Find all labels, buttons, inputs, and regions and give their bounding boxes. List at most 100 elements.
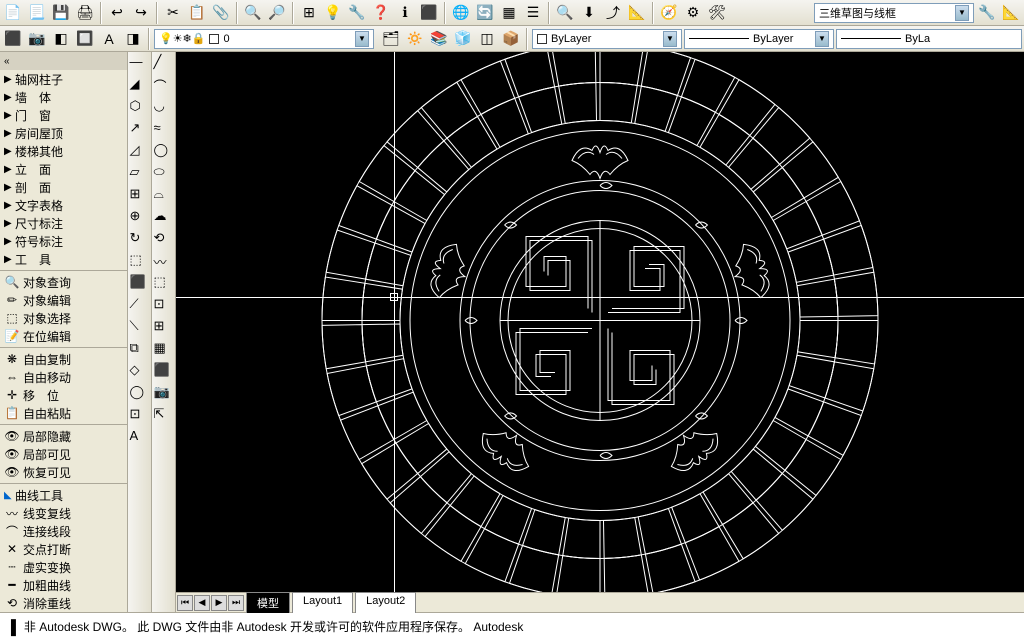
toolbar-button-6[interactable]: ✂ <box>162 2 184 24</box>
layer-tool-5[interactable]: 📦 <box>500 28 522 50</box>
layout-tab-2[interactable]: Layout2 <box>355 592 416 613</box>
curve-tool-0[interactable]: 〰线变复线 <box>0 504 127 522</box>
toolbar-button-19[interactable]: ▦ <box>498 2 520 24</box>
toolbar-button-14[interactable]: ❓ <box>370 2 392 24</box>
tab-nav-2[interactable]: ▶ <box>211 595 227 611</box>
modify-tool-15[interactable]: 📷 <box>154 384 174 404</box>
toolbar-button-15[interactable]: ℹ <box>394 2 416 24</box>
layer-state-dropdown[interactable]: 💡☀❄🔒 0 ▼ <box>154 29 374 49</box>
draw-tool-7[interactable]: ⊕ <box>130 208 150 228</box>
drawing-canvas[interactable] <box>176 52 1024 592</box>
chevron-down-icon[interactable]: ▼ <box>355 31 369 47</box>
tree-item-2[interactable]: ▶门 窗 <box>0 106 127 124</box>
tree-item-0[interactable]: ▶轴网柱子 <box>0 70 127 88</box>
free-tool-0[interactable]: ❋自由复制 <box>0 350 127 368</box>
toolbar-extra-0[interactable]: 🔧 <box>976 2 998 24</box>
free-tool-2[interactable]: ✛移 位 <box>0 386 127 404</box>
tree-item-3[interactable]: ▶房间屋顶 <box>0 124 127 142</box>
object-tool-2[interactable]: ⬚对象选择 <box>0 309 127 327</box>
layer-tool-0[interactable]: 🗂 <box>380 28 402 50</box>
edit-button-4[interactable]: A <box>98 28 120 50</box>
toolbar-button-1[interactable]: 📃 <box>26 2 48 24</box>
tab-nav-1[interactable]: ◀ <box>194 595 210 611</box>
toolbar-button-27[interactable]: 🛠 <box>706 2 728 24</box>
draw-tool-2[interactable]: ⬡ <box>130 98 150 118</box>
object-tool-0[interactable]: 🔍对象查询 <box>0 273 127 291</box>
curve-tools-header[interactable]: ◣ 曲线工具 <box>0 486 127 504</box>
draw-tool-4[interactable]: ◿ <box>130 142 150 162</box>
tree-item-9[interactable]: ▶符号标注 <box>0 232 127 250</box>
layout-tab-0[interactable]: 模型 <box>246 592 290 613</box>
chevron-down-icon[interactable]: ▼ <box>815 31 829 47</box>
toolbar-button-13[interactable]: 🔧 <box>346 2 368 24</box>
modify-tool-6[interactable]: ⌓ <box>154 186 174 206</box>
modify-tool-9[interactable]: 〰 <box>154 252 174 272</box>
edit-button-3[interactable]: 🔲 <box>74 28 96 50</box>
edit-button-5[interactable]: ◨ <box>122 28 144 50</box>
modify-tool-0[interactable]: ╱ <box>154 54 174 74</box>
color-dropdown[interactable]: ByLayer ▼ <box>532 29 682 49</box>
draw-tool-13[interactable]: ⧉ <box>130 340 150 360</box>
modify-tool-11[interactable]: ⊡ <box>154 296 174 316</box>
draw-tool-5[interactable]: ▱ <box>130 164 150 184</box>
toolbar-button-16[interactable]: ⬛ <box>418 2 440 24</box>
modify-tool-5[interactable]: ⬭ <box>154 164 174 184</box>
tab-nav-3[interactable]: ⏭ <box>228 595 244 611</box>
viewstyle-dropdown[interactable]: 三维草图与线框▼ <box>814 3 974 23</box>
edit-button-1[interactable]: 📷 <box>26 28 48 50</box>
modify-tool-12[interactable]: ⊞ <box>154 318 174 338</box>
draw-tool-17[interactable]: A <box>130 428 150 448</box>
tree-item-5[interactable]: ▶立 面 <box>0 160 127 178</box>
modify-tool-14[interactable]: ⬛ <box>154 362 174 382</box>
curve-tool-2[interactable]: ✕交点打断 <box>0 540 127 558</box>
toolbar-button-4[interactable]: ↩ <box>106 2 128 24</box>
draw-tool-1[interactable]: ◢ <box>130 76 150 96</box>
toolbar-button-9[interactable]: 🔍 <box>242 2 264 24</box>
modify-tool-1[interactable]: ⌒ <box>154 76 174 96</box>
toolbar-button-22[interactable]: ⬇ <box>578 2 600 24</box>
tree-item-4[interactable]: ▶楼梯其他 <box>0 142 127 160</box>
toolbar-button-20[interactable]: ☰ <box>522 2 544 24</box>
toolbar-button-3[interactable]: 🖨 <box>74 2 96 24</box>
toolbar-button-24[interactable]: 📐 <box>626 2 648 24</box>
object-tool-3[interactable]: 📝在位编辑 <box>0 327 127 345</box>
tree-item-8[interactable]: ▶尺寸标注 <box>0 214 127 232</box>
curve-tool-4[interactable]: ━加粗曲线 <box>0 576 127 594</box>
draw-tool-10[interactable]: ⬛ <box>130 274 150 294</box>
modify-tool-2[interactable]: ◡ <box>154 98 174 118</box>
modify-tool-3[interactable]: ≈ <box>154 120 174 140</box>
draw-tool-0[interactable]: — <box>130 54 150 74</box>
draw-tool-16[interactable]: ⊡ <box>130 406 150 426</box>
toolbar-button-10[interactable]: 🔎 <box>266 2 288 24</box>
draw-tool-9[interactable]: ⬚ <box>130 252 150 272</box>
layer-tool-4[interactable]: ◫ <box>476 28 498 50</box>
free-tool-3[interactable]: 📋自由粘贴 <box>0 404 127 422</box>
draw-tool-11[interactable]: ⟋ <box>130 296 150 316</box>
draw-tool-15[interactable]: ◯ <box>130 384 150 404</box>
modify-tool-13[interactable]: ▦ <box>154 340 174 360</box>
modify-tool-7[interactable]: ☁ <box>154 208 174 228</box>
toolbar-button-5[interactable]: ↪ <box>130 2 152 24</box>
free-tool-1[interactable]: ⇔自由移动 <box>0 368 127 386</box>
layer-tool-2[interactable]: 📚 <box>428 28 450 50</box>
draw-tool-8[interactable]: ↻ <box>130 230 150 250</box>
toolbar-button-17[interactable]: 🌐 <box>450 2 472 24</box>
chevron-down-icon[interactable]: ▼ <box>663 31 677 47</box>
linetype-dropdown[interactable]: ByLa <box>836 29 1022 49</box>
toolbar-button-0[interactable]: 📄 <box>2 2 24 24</box>
modify-tool-16[interactable]: ⇱ <box>154 406 174 426</box>
object-tool-1[interactable]: ✏对象编辑 <box>0 291 127 309</box>
draw-tool-3[interactable]: ↗ <box>130 120 150 140</box>
lineweight-dropdown[interactable]: ByLayer ▼ <box>684 29 834 49</box>
tree-item-7[interactable]: ▶文字表格 <box>0 196 127 214</box>
curve-tool-3[interactable]: ┄虚实变换 <box>0 558 127 576</box>
curve-tool-5[interactable]: ⟲消除重线 <box>0 594 127 612</box>
toolbar-button-25[interactable]: 🧭 <box>658 2 680 24</box>
toolbar-button-8[interactable]: 📎 <box>210 2 232 24</box>
edit-button-2[interactable]: ◧ <box>50 28 72 50</box>
edit-button-0[interactable]: ⬛ <box>2 28 24 50</box>
toolbar-button-26[interactable]: ⚙ <box>682 2 704 24</box>
toolbar-button-18[interactable]: 🔄 <box>474 2 496 24</box>
toolbar-extra-1[interactable]: 📐 <box>1000 2 1022 24</box>
tree-item-1[interactable]: ▶墙 体 <box>0 88 127 106</box>
